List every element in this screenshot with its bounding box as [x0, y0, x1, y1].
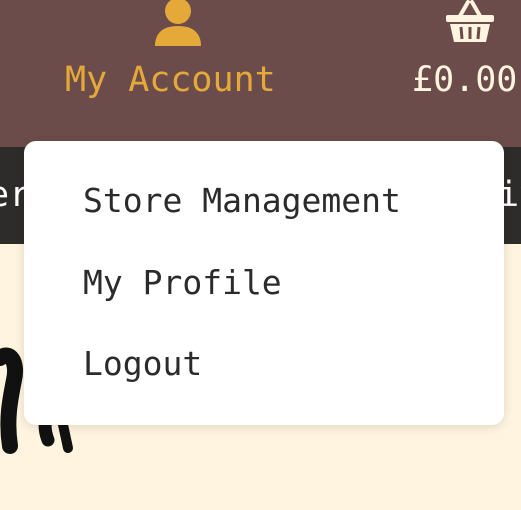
- basket-link[interactable]: £0.00: [406, 0, 521, 120]
- menu-item-my-profile[interactable]: My Profile: [83, 263, 282, 302]
- account-dropdown-menu: Store Management My Profile Logout: [24, 141, 504, 425]
- menu-item-store-management[interactable]: Store Management: [83, 181, 401, 220]
- basket-icon: [446, 0, 494, 42]
- user-icon: [155, 0, 201, 46]
- my-account-link[interactable]: My Account: [55, 0, 300, 120]
- site-header: My Account £0.00: [0, 0, 521, 147]
- menu-item-logout[interactable]: Logout: [83, 344, 202, 383]
- basket-total: £0.00: [412, 60, 518, 100]
- my-account-label: My Account: [65, 60, 276, 100]
